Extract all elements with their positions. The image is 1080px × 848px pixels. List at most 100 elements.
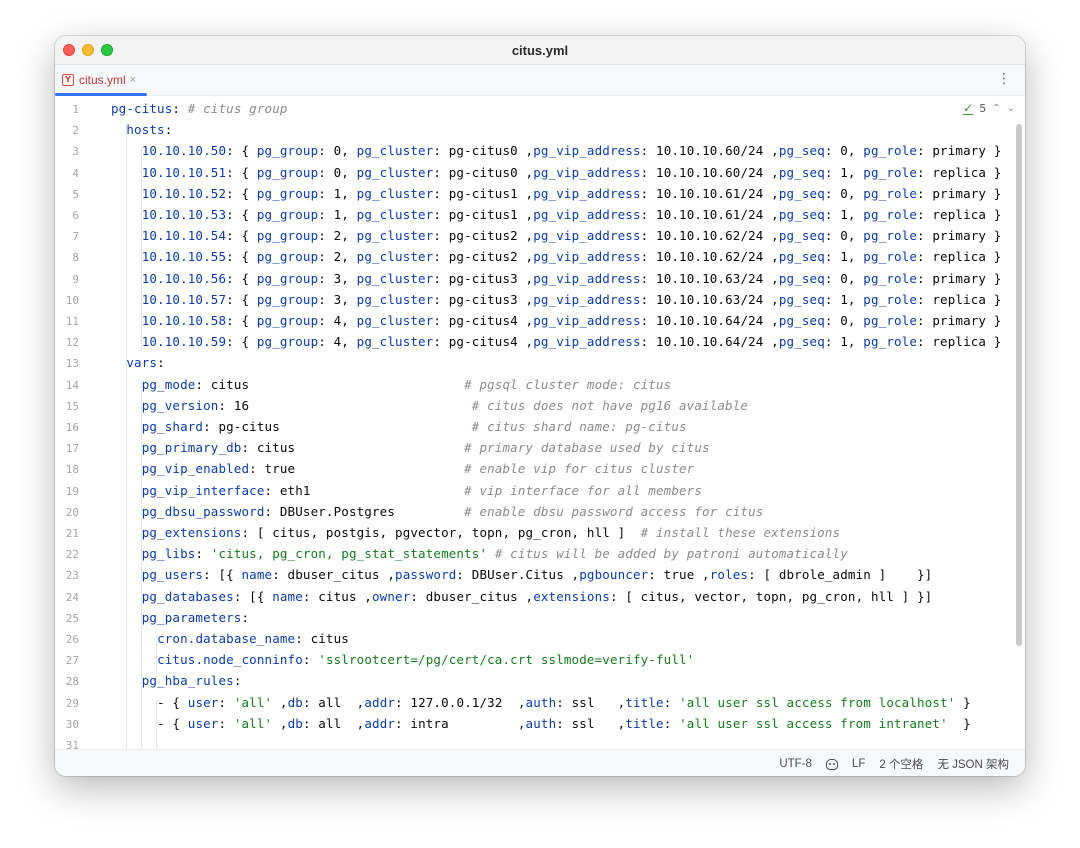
code-line[interactable]: pg_version: 16 # citus does not have pg1… xyxy=(111,398,748,413)
yaml-text: : xyxy=(663,715,680,731)
code-line[interactable]: citus.node_conninfo: 'sslrootcert=/pg/ce… xyxy=(111,652,694,667)
yaml-text xyxy=(111,271,142,286)
inspection-widget[interactable]: ✓ 5 ⌃ ⌄ xyxy=(963,102,1015,115)
yaml-key: pg_seq xyxy=(778,207,825,222)
code-line[interactable]: pg_dbsu_password: DBUser.Postgres # enab… xyxy=(111,504,764,519)
code-line[interactable]: 10.10.10.58: { pg_group: 4, pg_cluster: … xyxy=(111,313,1002,328)
next-issue-icon[interactable]: ⌄ xyxy=(1007,103,1015,114)
yaml-key: pg_vip_address xyxy=(533,185,641,201)
yaml-string: 'citus, pg_cron, pg_stat_statements' xyxy=(210,546,488,562)
yaml-text: : { xyxy=(226,249,257,265)
code-line[interactable]: pg_databases: [{ name: citus ,owner: dbu… xyxy=(111,588,933,604)
yaml-text: : 10.10.10.61/24 , xyxy=(640,207,779,222)
code-line[interactable]: pg_shard: pg-citus # citus shard name: p… xyxy=(111,419,687,434)
code-line[interactable]: 10.10.10.50: { pg_group: 0, pg_cluster: … xyxy=(111,143,1002,159)
yaml-key: pg_group xyxy=(256,291,319,307)
line-number: 27 xyxy=(65,654,79,668)
code-line[interactable]: pg_primary_db: citus # primary database … xyxy=(111,440,710,455)
code-line[interactable]: 10.10.10.56: { pg_group: 3, pg_cluster: … xyxy=(111,270,1002,286)
yaml-comment: # enable vip for citus cluster xyxy=(464,461,695,477)
yaml-text: : 10.10.10.63/24 , xyxy=(640,291,779,307)
yaml-text: : 10.10.10.61/24 , xyxy=(640,185,779,201)
previous-issue-icon[interactable]: ⌃ xyxy=(992,103,1000,114)
yaml-text: : replica } xyxy=(917,249,1002,265)
yaml-text: : xyxy=(233,673,242,689)
yaml-key: title xyxy=(625,694,664,710)
yaml-key: auth xyxy=(525,715,557,731)
yaml-key: pg_vip_interface xyxy=(141,482,265,498)
code-line[interactable]: 10.10.10.57: { pg_group: 3, pg_cluster: … xyxy=(111,291,1002,307)
yaml-key: pg_role xyxy=(863,228,918,244)
vertical-scrollbar[interactable] xyxy=(1016,124,1022,646)
line-number: 4 xyxy=(72,166,79,180)
ai-assistant-icon[interactable] xyxy=(825,758,838,770)
yaml-comment: # vip interface for all members xyxy=(464,482,703,498)
yaml-text: : 1, xyxy=(824,334,864,350)
yaml-comment: # citus does not have pg16 available xyxy=(471,397,749,413)
code-line[interactable]: pg_users: [{ name: dbuser_citus ,passwor… xyxy=(111,567,932,582)
code-line[interactable]: - { user: 'all' ,db: all ,addr: 127.0.0.… xyxy=(111,695,971,710)
title-bar: citus.yml xyxy=(55,36,1025,65)
code-line[interactable]: 10.10.10.59: { pg_group: 4, pg_cluster: … xyxy=(111,334,1002,350)
code-line[interactable]: 10.10.10.54: { pg_group: 2, pg_cluster: … xyxy=(111,228,1002,244)
yaml-key: pg_seq xyxy=(778,164,825,180)
yaml-key: pgbouncer xyxy=(579,567,649,583)
yaml-key: addr xyxy=(364,694,396,710)
code-line[interactable]: 10.10.10.52: { pg_group: 1, pg_cluster: … xyxy=(111,185,1002,201)
yaml-text: : 2, xyxy=(318,249,357,265)
yaml-text: : 1, xyxy=(824,249,864,265)
ide-window: citus.yml Y citus.yml × ⋮ 1 2 3 4 5 6 7 8 9 10 11 1… xyxy=(55,36,1025,776)
code-line[interactable]: pg_extensions: [ citus, postgis, pgvecto… xyxy=(111,525,840,540)
encoding-indicator[interactable]: UTF-8 xyxy=(779,758,812,770)
code-line[interactable]: 10.10.10.53: { pg_group: 1, pg_cluster: … xyxy=(111,207,1002,222)
yaml-text: : pg-citus4 , xyxy=(433,313,534,328)
yaml-text: : xyxy=(218,715,234,731)
code-line[interactable]: pg_libs: 'citus, pg_cron, pg_stat_statem… xyxy=(111,546,848,561)
yaml-key: db xyxy=(287,715,303,731)
code-line[interactable]: hosts: xyxy=(111,122,172,137)
yaml-text: : citus , xyxy=(302,588,372,604)
yaml-key: pg_group xyxy=(256,143,319,159)
code-line[interactable]: pg-citus: # citus group xyxy=(111,101,288,116)
yaml-key: pg_group xyxy=(256,270,319,286)
yaml-text xyxy=(111,546,142,561)
yaml-text: : pg-citus0 , xyxy=(433,164,534,180)
tab-citus-yml[interactable]: Y citus.yml × xyxy=(55,65,147,96)
code-line[interactable]: vars: xyxy=(111,355,165,370)
code-line[interactable]: 10.10.10.51: { pg_group: 0, pg_cluster: … xyxy=(111,164,1002,180)
line-number: 25 xyxy=(65,611,79,625)
line-number: 26 xyxy=(65,633,79,646)
inspection-count: 5 xyxy=(979,102,987,115)
line-number: 11 xyxy=(65,315,79,328)
yaml-key: pg_shard xyxy=(141,419,204,434)
yaml-key: pg_cluster xyxy=(356,143,434,159)
code-editor[interactable]: 1 2 3 4 5 6 7 8 9 10 11 12 13 14 15 16 17 18 19 20 21 22 23 24 2… xyxy=(55,96,1025,752)
code-line[interactable]: pg_vip_interface: eth1 # vip interface f… xyxy=(111,483,702,498)
yaml-string: 'sslrootcert=/pg/cert/ca.crt sslmode=ver… xyxy=(318,652,695,668)
yaml-key: pg_seq xyxy=(778,313,825,328)
yaml-key: user xyxy=(187,694,219,710)
yaml-key: pg_role xyxy=(863,249,918,265)
code-line[interactable]: pg_parameters: xyxy=(111,610,249,625)
code-line[interactable]: cron.database_name: citus xyxy=(111,631,349,646)
tab-close-icon[interactable]: × xyxy=(130,74,136,86)
yaml-key: password xyxy=(395,567,457,583)
yaml-text: : { xyxy=(226,313,257,328)
indent-indicator[interactable]: 2 个空格 xyxy=(879,756,923,772)
checkmark-icon: ✓ xyxy=(963,100,974,115)
line-number: 23 xyxy=(65,569,79,583)
code-line[interactable]: pg_vip_enabled: true # enable vip for ci… xyxy=(111,461,695,477)
code-line[interactable]: pg_mode: citus # pgsql cluster mode: cit… xyxy=(111,377,671,392)
yaml-text xyxy=(111,355,126,370)
yaml-key: pg_vip_address xyxy=(533,164,641,180)
line-ending-indicator[interactable]: LF xyxy=(852,758,865,770)
json-schema-indicator[interactable]: 无 JSON 架构 xyxy=(937,756,1009,772)
yaml-text: : 10.10.10.62/24 , xyxy=(640,228,779,244)
code-line[interactable]: 10.10.10.55: { pg_group: 2, pg_cluster: … xyxy=(111,249,1002,265)
more-tabs-menu-icon[interactable]: ⋮ xyxy=(997,71,1011,87)
code-line[interactable]: - { user: 'all' ,db: all ,addr: intra ,a… xyxy=(111,716,971,731)
yaml-text: : xyxy=(172,101,188,116)
yaml-text: : 10.10.10.64/24 , xyxy=(640,334,779,350)
yaml-key: pg_databases xyxy=(141,588,234,604)
code-line[interactable]: pg_hba_rules: xyxy=(111,673,242,688)
